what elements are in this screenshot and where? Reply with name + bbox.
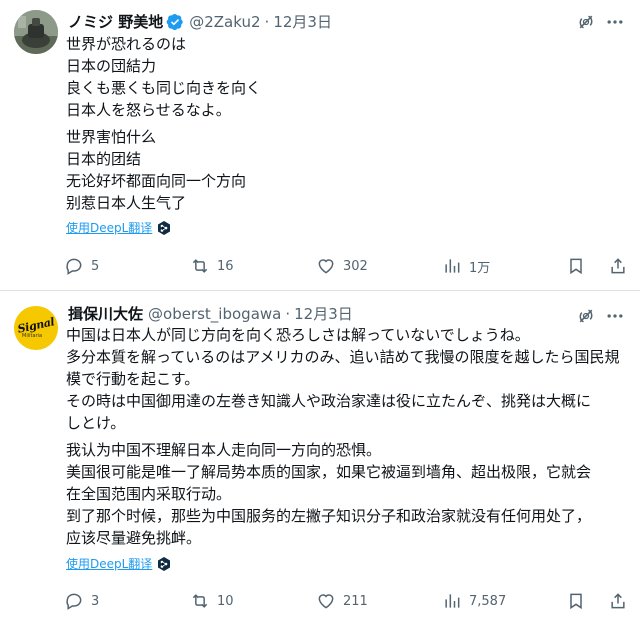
avatar-logo-subtext: Militaria — [22, 333, 43, 339]
deepl-icon — [158, 220, 171, 235]
retweet-icon — [192, 259, 208, 273]
views-button[interactable]: 7,587 — [442, 589, 506, 613]
like-icon — [318, 594, 334, 609]
separator: · — [264, 13, 270, 31]
text-line: 良くも悪くも同じ向きを向く — [66, 79, 262, 97]
text-line: 在全国范围内采取行动。 — [66, 485, 232, 503]
tweet-paragraph: 世界害怕什么 日本的团结 无论好坏都面向同一个方向 别惹日本人生气了 — [66, 126, 620, 214]
translate-label[interactable]: 使用DeepL翻译 — [66, 555, 152, 572]
translate-link[interactable]: 使用DeepL翻译 — [66, 555, 172, 572]
bookmark-button[interactable] — [566, 589, 586, 613]
like-icon — [318, 259, 334, 274]
like-count: 302 — [343, 258, 368, 274]
tweet-1: ノミジ 野美地 @2Zaku2 · 12月3日 世界が恐れるのは 日本の団結力 … — [0, 0, 640, 290]
text-line: 模で行動を起こす。 — [66, 370, 200, 388]
text-line: 世界が恐れるのは — [66, 35, 187, 53]
action-bar: 5 16 302 1万 — [60, 254, 626, 278]
retweet-button[interactable]: 10 — [190, 589, 234, 613]
bookmark-icon — [570, 258, 582, 275]
text-line: 中国は日本人が同じ方向を向く恐ろしさは解っていないでしょうね。 — [66, 326, 530, 344]
avatar[interactable] — [14, 10, 58, 54]
reply-icon — [66, 258, 82, 275]
tweet-text: 中国は日本人が同じ方向を向く恐ろしさは解っていないでしょうね。 多分本質を解って… — [66, 324, 620, 554]
text-line: 日本人を怒らせるなよ。 — [66, 101, 231, 119]
like-button[interactable]: 211 — [316, 589, 368, 613]
views-icon — [445, 259, 460, 273]
avatar-image — [14, 10, 58, 54]
text-line: その時は中国御用達の左巻き知識人や政治家達は役に立たんぞ、挑発は大概に — [66, 392, 592, 410]
display-name[interactable]: 揖保川大佐 — [68, 304, 143, 324]
translate-label[interactable]: 使用DeepL翻译 — [66, 219, 152, 236]
display-name[interactable]: ノミジ 野美地 — [68, 12, 163, 32]
retweet-count: 16 — [217, 258, 234, 274]
text-line: 日本の団結力 — [66, 57, 157, 75]
reply-button[interactable]: 5 — [64, 254, 99, 278]
bookmark-icon — [570, 593, 582, 610]
text-line: 日本的团结 — [66, 150, 142, 168]
deepl-icon — [158, 556, 171, 571]
share-icon — [611, 593, 625, 609]
views-count: 1万 — [469, 260, 491, 276]
share-icon — [611, 258, 625, 274]
text-line: 美国很可能是唯一了解局势本质的国家，如果它被逼到墙角、超出极限，它就会 — [66, 463, 592, 481]
more-icon[interactable] — [604, 306, 626, 326]
reply-count: 3 — [91, 593, 100, 609]
tweet-paragraph: 中国は日本人が同じ方向を向く恐ろしさは解っていないでしょうね。 多分本質を解って… — [66, 324, 620, 434]
text-line: 无论好坏都面向同一个方向 — [66, 172, 247, 190]
tweet-2: Signal Militaria 揖保川大佐 @oberst_ibogawa ·… — [0, 290, 640, 622]
tweet-header: 揖保川大佐 @oberst_ibogawa · 12月3日 — [68, 304, 353, 324]
separator: · — [285, 305, 291, 323]
views-button[interactable]: 1万 — [442, 254, 490, 278]
verified-badge-icon — [166, 13, 183, 31]
share-button[interactable] — [608, 589, 628, 613]
reply-icon — [66, 593, 82, 610]
tweet-paragraph: 世界が恐れるのは 日本の団結力 良くも悪くも同じ向きを向く 日本人を怒らせるなよ… — [66, 33, 620, 121]
translate-link[interactable]: 使用DeepL翻译 — [66, 219, 172, 236]
tweet-date[interactable]: 12月3日 — [273, 12, 332, 32]
text-line: 应该尽量避免挑衅。 — [66, 529, 202, 547]
handle[interactable]: @2Zaku2 — [189, 12, 260, 32]
share-button[interactable] — [608, 254, 628, 278]
bookmark-button[interactable] — [566, 254, 586, 278]
text-line: 别惹日本人生气了 — [66, 194, 187, 212]
views-count: 7,587 — [469, 593, 507, 609]
grok-icon[interactable] — [576, 306, 596, 326]
avatar[interactable]: Signal Militaria — [14, 306, 58, 350]
text-line: 我认为中国不理解日本人走向同一方向的恐惧。 — [66, 441, 382, 459]
grok-icon[interactable] — [576, 12, 596, 32]
text-line: しとけ。 — [66, 414, 126, 432]
more-icon[interactable] — [604, 12, 626, 32]
like-count: 211 — [343, 593, 368, 609]
tweet-header: ノミジ 野美地 @2Zaku2 · 12月3日 — [68, 12, 332, 32]
text-line: 世界害怕什么 — [66, 128, 157, 146]
handle[interactable]: @oberst_ibogawa — [148, 304, 281, 324]
text-line: 到了那个时候，那些为中国服务的左撇子知识分子和政治家就没有任何用处了， — [66, 507, 592, 525]
retweet-button[interactable]: 16 — [190, 254, 234, 278]
tweet-paragraph: 我认为中国不理解日本人走向同一方向的恐惧。 美国很可能是唯一了解局势本质的国家，… — [66, 439, 620, 549]
text-line: 多分本質を解っているのはアメリカのみ、追い詰めて我慢の限度を越したら国民規 — [66, 348, 620, 366]
tweet-date[interactable]: 12月3日 — [294, 304, 353, 324]
retweet-count: 10 — [217, 593, 234, 609]
tweet-text: 世界が恐れるのは 日本の団結力 良くも悪くも同じ向きを向く 日本人を怒らせるなよ… — [66, 33, 620, 219]
action-bar: 3 10 211 7,587 — [60, 589, 626, 613]
reply-count: 5 — [91, 258, 100, 274]
retweet-icon — [192, 594, 208, 608]
reply-button[interactable]: 3 — [64, 589, 99, 613]
views-icon — [445, 594, 460, 608]
like-button[interactable]: 302 — [316, 254, 368, 278]
